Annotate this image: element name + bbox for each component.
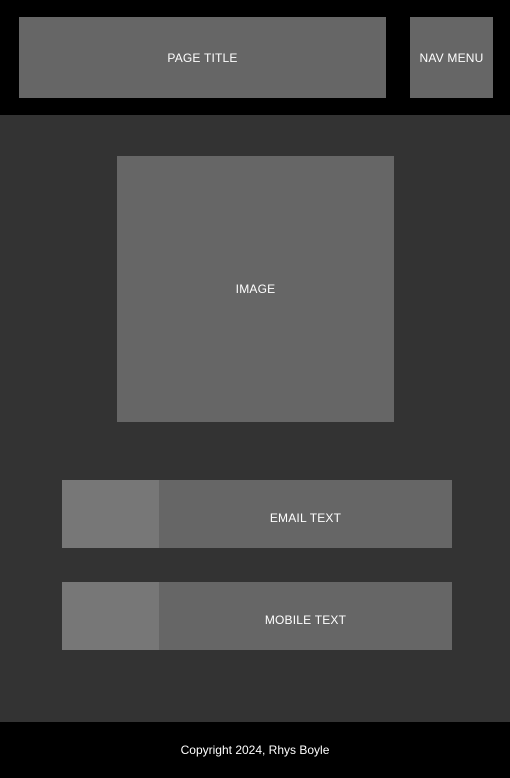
image-placeholder: IMAGE [117,156,394,422]
page-title-text: PAGE TITLE [167,50,238,65]
page: PAGE TITLE NAV MENU IMAGE EMAIL TEXT MOB… [0,0,510,778]
mobile-icon [62,582,159,650]
footer: Copyright 2024, Rhys Boyle [0,722,510,778]
email-icon [62,480,159,548]
mobile-text: MOBILE TEXT [264,612,347,627]
header: PAGE TITLE NAV MENU [0,0,510,115]
email-row[interactable]: EMAIL TEXT [62,480,452,548]
mobile-row[interactable]: MOBILE TEXT [62,582,452,650]
image-placeholder-label: IMAGE [235,282,276,296]
nav-menu-label: NAV MENU [419,50,484,65]
nav-menu-button[interactable]: NAV MENU [410,17,493,98]
page-title: PAGE TITLE [19,17,386,98]
copyright-text: Copyright 2024, Rhys Boyle [180,743,330,757]
email-text: EMAIL TEXT [269,510,342,525]
